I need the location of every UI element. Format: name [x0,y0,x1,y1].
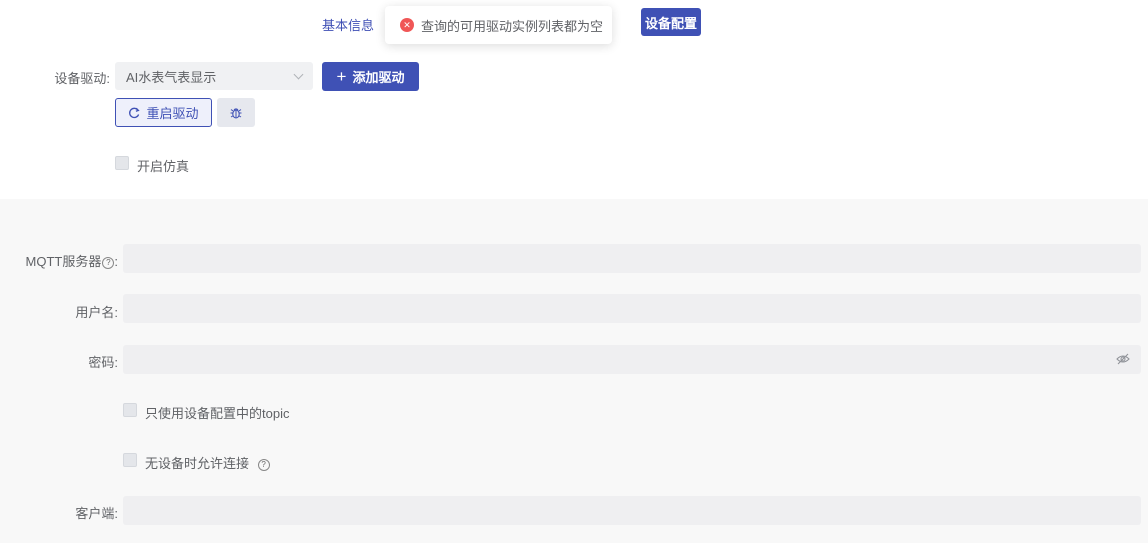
add-driver-button[interactable]: + 添加驱动 [322,62,419,91]
mqtt-server-label: MQTT服务器?: [0,251,118,270]
chevron-down-icon [293,69,304,80]
client-input[interactable] [123,496,1141,525]
mqtt-server-label-text: MQTT服务器 [25,254,102,269]
driver-select-value: AI水表气表显示 [126,69,217,85]
question-circle-icon[interactable]: ? [102,256,115,269]
tab-device-config[interactable]: 设备配置 [641,8,701,36]
only-topic-label: 只使用设备配置中的topic [145,406,290,421]
username-input[interactable] [123,294,1141,323]
error-toast: ✕ 查询的可用驱动实例列表都为空 [385,6,612,44]
error-icon: ✕ [400,18,414,32]
plus-icon: + [336,67,347,86]
driver-label: 设备驱动: [54,71,110,86]
only-topic-checkbox[interactable] [123,403,137,417]
client-label: 客户端: [75,506,118,521]
restart-driver-label: 重启驱动 [146,106,199,121]
username-label: 用户名: [75,305,118,320]
toast-message: 查询的可用驱动实例列表都为空 [421,18,604,34]
restart-driver-button[interactable]: 重启驱动 [115,98,212,127]
password-input[interactable] [123,345,1141,374]
simulation-label: 开启仿真 [137,159,190,174]
eye-off-icon[interactable] [1116,352,1130,366]
tab-basic-info[interactable]: 基本信息 [322,15,374,34]
allow-no-device-label-text: 无设备时允许连接 [145,456,250,471]
allow-no-device-checkbox[interactable] [123,453,137,467]
add-driver-label: 添加驱动 [352,70,405,85]
bug-icon [230,107,242,119]
simulation-checkbox[interactable] [115,156,129,170]
allow-no-device-label: 无设备时允许连接 ? [145,453,270,472]
mqtt-server-input[interactable] [123,244,1141,273]
refresh-icon [129,107,141,118]
driver-select[interactable]: AI水表气表显示 [115,62,313,90]
question-circle-icon[interactable]: ? [257,458,270,471]
password-label: 密码: [88,355,118,370]
mqtt-server-label-colon: : [114,254,118,269]
debug-button[interactable] [217,98,255,127]
